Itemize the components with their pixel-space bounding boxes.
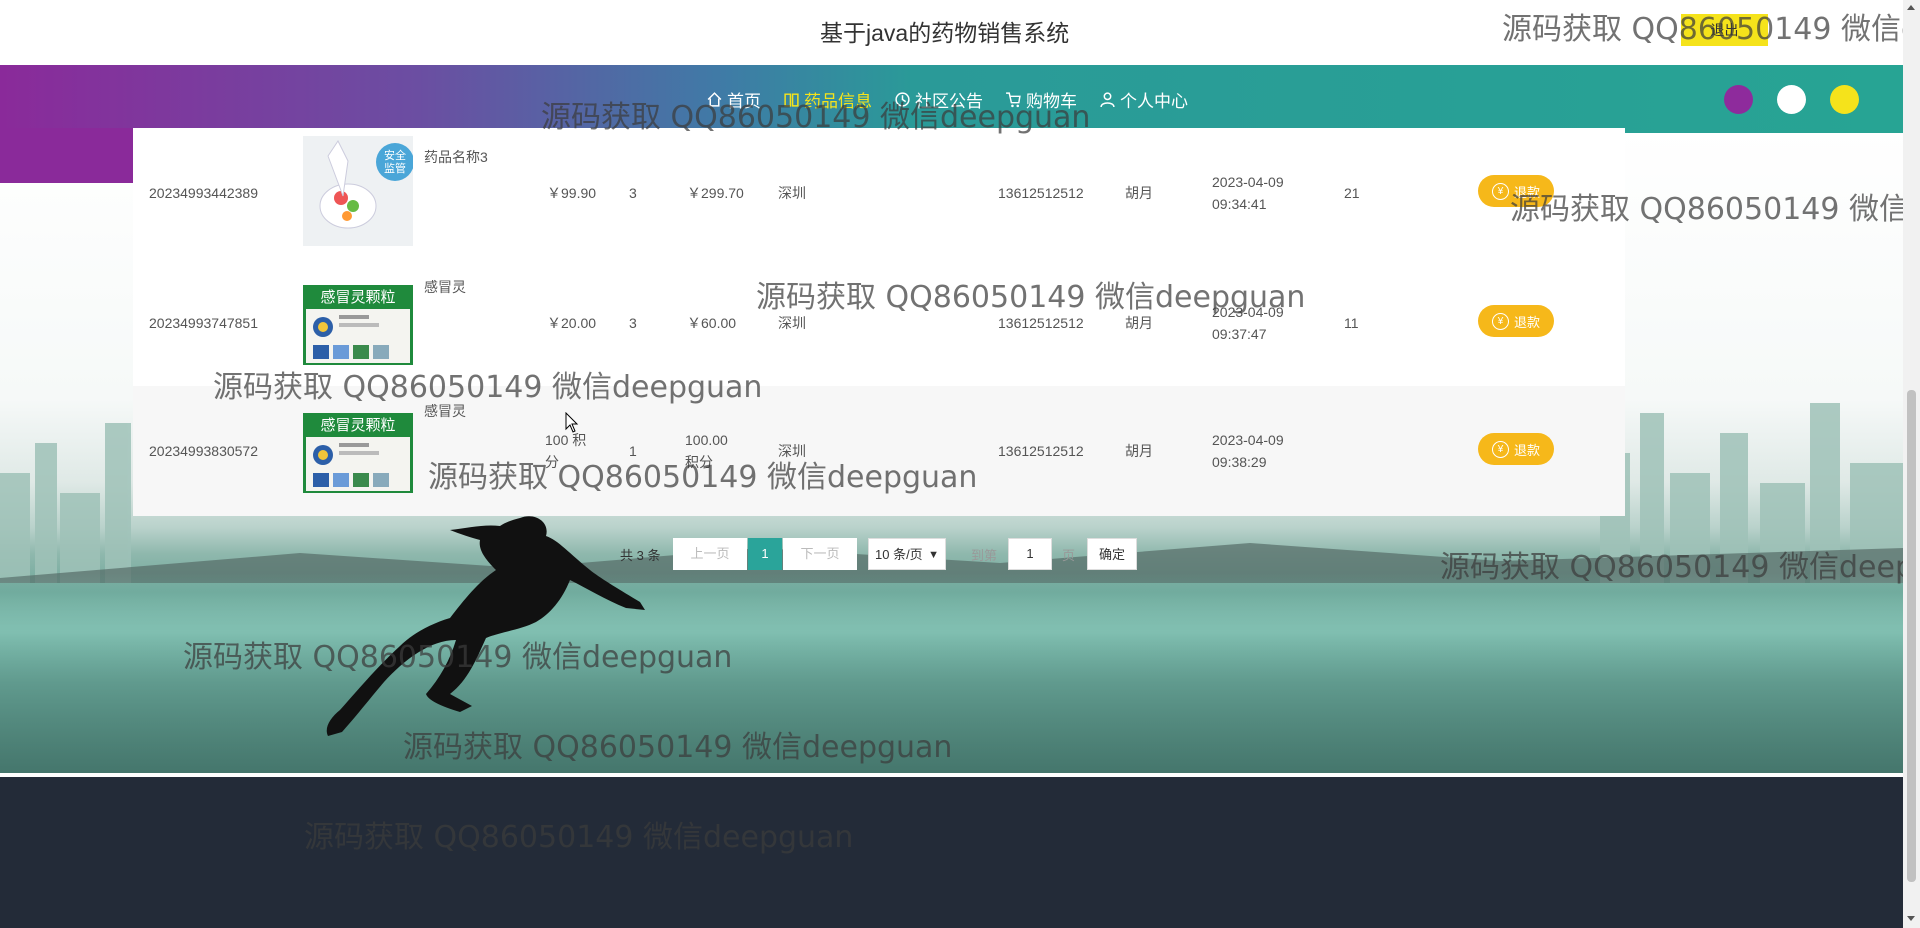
- refund-label: 退款: [1513, 442, 1540, 458]
- customer-name: 胡月: [1125, 315, 1153, 331]
- logout-button[interactable]: 退出: [1681, 14, 1768, 46]
- yen-icon: ¥: [1491, 440, 1509, 458]
- nav-item-cart[interactable]: 购物车: [994, 85, 1088, 113]
- product-name: 药品名称3: [424, 149, 488, 165]
- scroll-down-icon[interactable]: [1907, 916, 1915, 921]
- cart-icon: [1006, 91, 1021, 107]
- nav-item-drug-info[interactable]: 药品信息: [772, 85, 883, 113]
- goto-page-input[interactable]: 1: [1008, 538, 1052, 570]
- quantity: 3: [629, 185, 637, 201]
- current-page-button[interactable]: 1: [748, 538, 782, 570]
- chevron-down-icon: ▼: [928, 549, 939, 561]
- product-thumbnail[interactable]: 感冒灵颗粒: [303, 398, 413, 508]
- nav-menu: 首页 药品信息 社区公告 购物车 个人中心: [695, 85, 1199, 113]
- user-icon: [1100, 91, 1115, 107]
- theme-switcher: [1724, 85, 1859, 114]
- address: 深圳: [778, 443, 806, 459]
- home-icon: [707, 91, 722, 107]
- thumb-label: 感冒灵颗粒: [320, 288, 395, 306]
- product-thumbnail[interactable]: 感冒灵颗粒: [303, 270, 413, 380]
- total-price: ￥60.00: [687, 315, 737, 331]
- extra-value: 21: [1344, 185, 1360, 201]
- address: 深圳: [778, 185, 806, 201]
- customer-name: 胡月: [1125, 443, 1153, 459]
- refund-button[interactable]: ¥ 退款: [1478, 175, 1554, 207]
- theme-swatch-yellow[interactable]: [1830, 85, 1859, 114]
- clock-icon: [895, 91, 910, 107]
- scroll-up-icon[interactable]: [1907, 5, 1915, 10]
- nav-item-announcements[interactable]: 社区公告: [883, 85, 994, 113]
- order-date: 2023-04-09: [1212, 304, 1284, 320]
- pagination-total: 共 3 条: [620, 548, 661, 563]
- theme-swatch-purple[interactable]: [1724, 85, 1753, 114]
- yen-icon: ¥: [1491, 312, 1509, 330]
- product-thumbnail[interactable]: 安全 监管: [303, 136, 413, 246]
- order-time: 09:37:47: [1212, 326, 1267, 342]
- product-name: 感冒灵: [424, 403, 466, 419]
- table-row: 20234993830572 感冒灵颗粒 感冒灵 100 积分 1 100.00…: [133, 386, 1625, 516]
- nav-label-announcements: 社区公告: [915, 91, 983, 111]
- nav-item-home[interactable]: 首页: [695, 85, 772, 113]
- nav-item-profile[interactable]: 个人中心: [1088, 85, 1199, 113]
- order-date: 2023-04-09: [1212, 432, 1284, 448]
- unit-price: ￥20.00: [547, 315, 597, 331]
- theme-swatch-white[interactable]: [1777, 85, 1806, 114]
- footer: [0, 777, 1903, 928]
- unit-price: 100 积分: [545, 432, 587, 470]
- nav-label-drug-info: 药品信息: [804, 91, 872, 111]
- page-scrollbar[interactable]: [1903, 0, 1920, 928]
- top-bar: 基于java的药物销售系统 退出: [0, 0, 1903, 65]
- nav-label-profile: 个人中心: [1120, 91, 1188, 111]
- order-date: 2023-04-09: [1212, 174, 1284, 190]
- extra-value: 11: [1344, 315, 1359, 331]
- refund-label: 退款: [1513, 184, 1540, 200]
- next-page-button[interactable]: 下一页: [783, 538, 857, 570]
- address: 深圳: [778, 315, 806, 331]
- unit-price: ￥99.90: [547, 185, 597, 201]
- quantity: 1: [629, 443, 637, 459]
- table-row: 20234993747851 感冒灵颗粒 感冒灵 ￥20.00 3 ￥60.00…: [133, 258, 1625, 388]
- goto-confirm-button[interactable]: 确定: [1087, 538, 1137, 570]
- order-time: 09:34:41: [1212, 196, 1267, 212]
- nav-label-cart: 购物车: [1026, 91, 1077, 111]
- yen-icon: ¥: [1491, 182, 1509, 200]
- product-name: 感冒灵: [424, 279, 466, 295]
- thumb-label: 感冒灵颗粒: [320, 416, 395, 434]
- water-surface: [0, 573, 1903, 773]
- phone: 13612512512: [998, 185, 1084, 201]
- mouse-cursor-icon: [565, 412, 579, 433]
- phone: 13612512512: [998, 443, 1084, 459]
- order-table: 20234993442389 安全 监管 药品名称3 ￥99.90 3 ￥299…: [133, 128, 1625, 516]
- phone: 13612512512: [998, 315, 1084, 331]
- main-navbar: 首页 药品信息 社区公告 购物车 个人中心: [0, 65, 1903, 133]
- thumb-label-line1: 安全: [384, 148, 406, 162]
- site-title: 基于java的药物销售系统: [820, 20, 1070, 46]
- book-icon: [784, 92, 799, 107]
- total-price: 100.00 积分: [685, 432, 728, 470]
- refund-button[interactable]: ¥ 退款: [1478, 305, 1554, 337]
- page-size-value: 10 条/页: [875, 547, 923, 562]
- quantity: 3: [629, 315, 637, 331]
- refund-label: 退款: [1513, 314, 1540, 330]
- page-size-select[interactable]: 10 条/页 ▼: [868, 538, 946, 570]
- prev-page-button[interactable]: 上一页: [673, 538, 747, 570]
- total-price: ￥299.70: [687, 185, 744, 201]
- runner-silhouette: [326, 516, 645, 736]
- customer-name: 胡月: [1125, 185, 1153, 201]
- thumb-label-line2: 监管: [384, 161, 406, 175]
- order-number: 20234993747851: [149, 315, 259, 331]
- goto-label: 到第: [971, 548, 998, 563]
- table-row: 20234993442389 安全 监管 药品名称3 ￥99.90 3 ￥299…: [133, 128, 1625, 258]
- order-number: 20234993442389: [149, 185, 259, 201]
- scrollbar-thumb[interactable]: [1907, 390, 1916, 882]
- refund-button[interactable]: ¥ 退款: [1478, 433, 1554, 465]
- order-time: 09:38:29: [1212, 454, 1267, 470]
- order-number: 20234993830572: [149, 443, 259, 459]
- nav-label-home: 首页: [727, 91, 761, 111]
- page-unit-label: 页: [1062, 548, 1076, 563]
